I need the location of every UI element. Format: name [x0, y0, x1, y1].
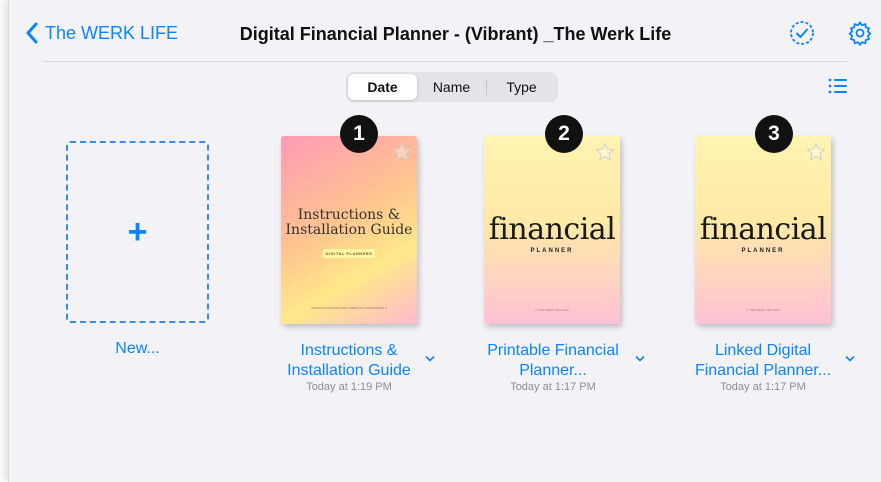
cover-title: financial: [699, 212, 827, 247]
document-label[interactable]: Printable Financial Planner... Today at …: [453, 341, 653, 394]
gear-icon[interactable]: [847, 20, 873, 46]
document-name-line2: Financial Planner...: [694, 362, 832, 379]
files-browser-window: The WERK LIFE Digital Financial Planner …: [8, 0, 881, 482]
chevron-down-icon[interactable]: [845, 355, 855, 363]
document-date: Today at 1:17 PM: [720, 381, 806, 393]
new-document-label[interactable]: New...: [66, 340, 209, 358]
chevron-down-icon[interactable]: [425, 355, 435, 363]
sort-option-date[interactable]: Date: [348, 74, 417, 100]
document-name-line2: Installation Guide: [287, 362, 411, 379]
list-view-icon[interactable]: [827, 76, 849, 96]
number-badge: 1: [340, 115, 378, 153]
navigation-bar: The WERK LIFE Digital Financial Planner …: [9, 0, 881, 62]
document-name-line1: Printable Financial: [487, 342, 619, 359]
number-badge: 2: [545, 115, 583, 153]
page-title: Digital Financial Planner - (Vibrant) _T…: [239, 24, 672, 44]
document-thumbnail[interactable]: financial PLANNER © THE WERK LIFE 2022: [695, 136, 831, 324]
sort-segmented-control: Date Name Type: [346, 72, 558, 102]
document-label[interactable]: Instructions & Installation Guide Today …: [249, 341, 449, 394]
cover-footer: © THE WERK LIFE 2022: [746, 308, 780, 312]
cover-title: financial: [488, 212, 616, 247]
document-label[interactable]: Linked Digital Financial Planner... Toda…: [663, 341, 863, 394]
document-name-line2: Planner...: [519, 362, 587, 379]
sort-option-type[interactable]: Type: [487, 74, 556, 100]
chevron-down-icon[interactable]: [635, 355, 645, 363]
cover-title: Instructions & Installation Guide: [285, 207, 413, 238]
document-thumbnail[interactable]: Instructions & Installation Guide DIGITA…: [281, 136, 417, 324]
favorite-star-icon[interactable]: [595, 142, 615, 162]
cover-subtitle: PLANNER: [530, 248, 574, 254]
sort-option-name[interactable]: Name: [417, 74, 486, 100]
favorite-star-icon[interactable]: [806, 142, 826, 162]
cover-footer: © THE WERK LIFE 2022: [535, 308, 569, 312]
plus-icon: +: [127, 213, 148, 251]
cover-footer: INSTALLATION FOR IPAD USERS ON GOODNOTES…: [311, 306, 387, 310]
new-document-button[interactable]: +: [66, 141, 209, 323]
number-badge: 3: [755, 115, 793, 153]
checkmark-circle-icon[interactable]: [789, 20, 815, 46]
document-name-line1: Linked Digital: [714, 342, 812, 359]
header-divider: [43, 61, 847, 62]
cover-subtitle: PLANNER: [741, 248, 785, 254]
favorite-star-icon[interactable]: [392, 142, 412, 162]
document-name-line1: Instructions &: [300, 342, 398, 359]
cover-tag: DIGITAL PLANNERS: [323, 249, 375, 258]
document-date: Today at 1:17 PM: [510, 381, 596, 393]
document-thumbnail[interactable]: financial PLANNER © THE WERK LIFE 2022: [484, 136, 620, 324]
document-date: Today at 1:19 PM: [306, 381, 392, 393]
